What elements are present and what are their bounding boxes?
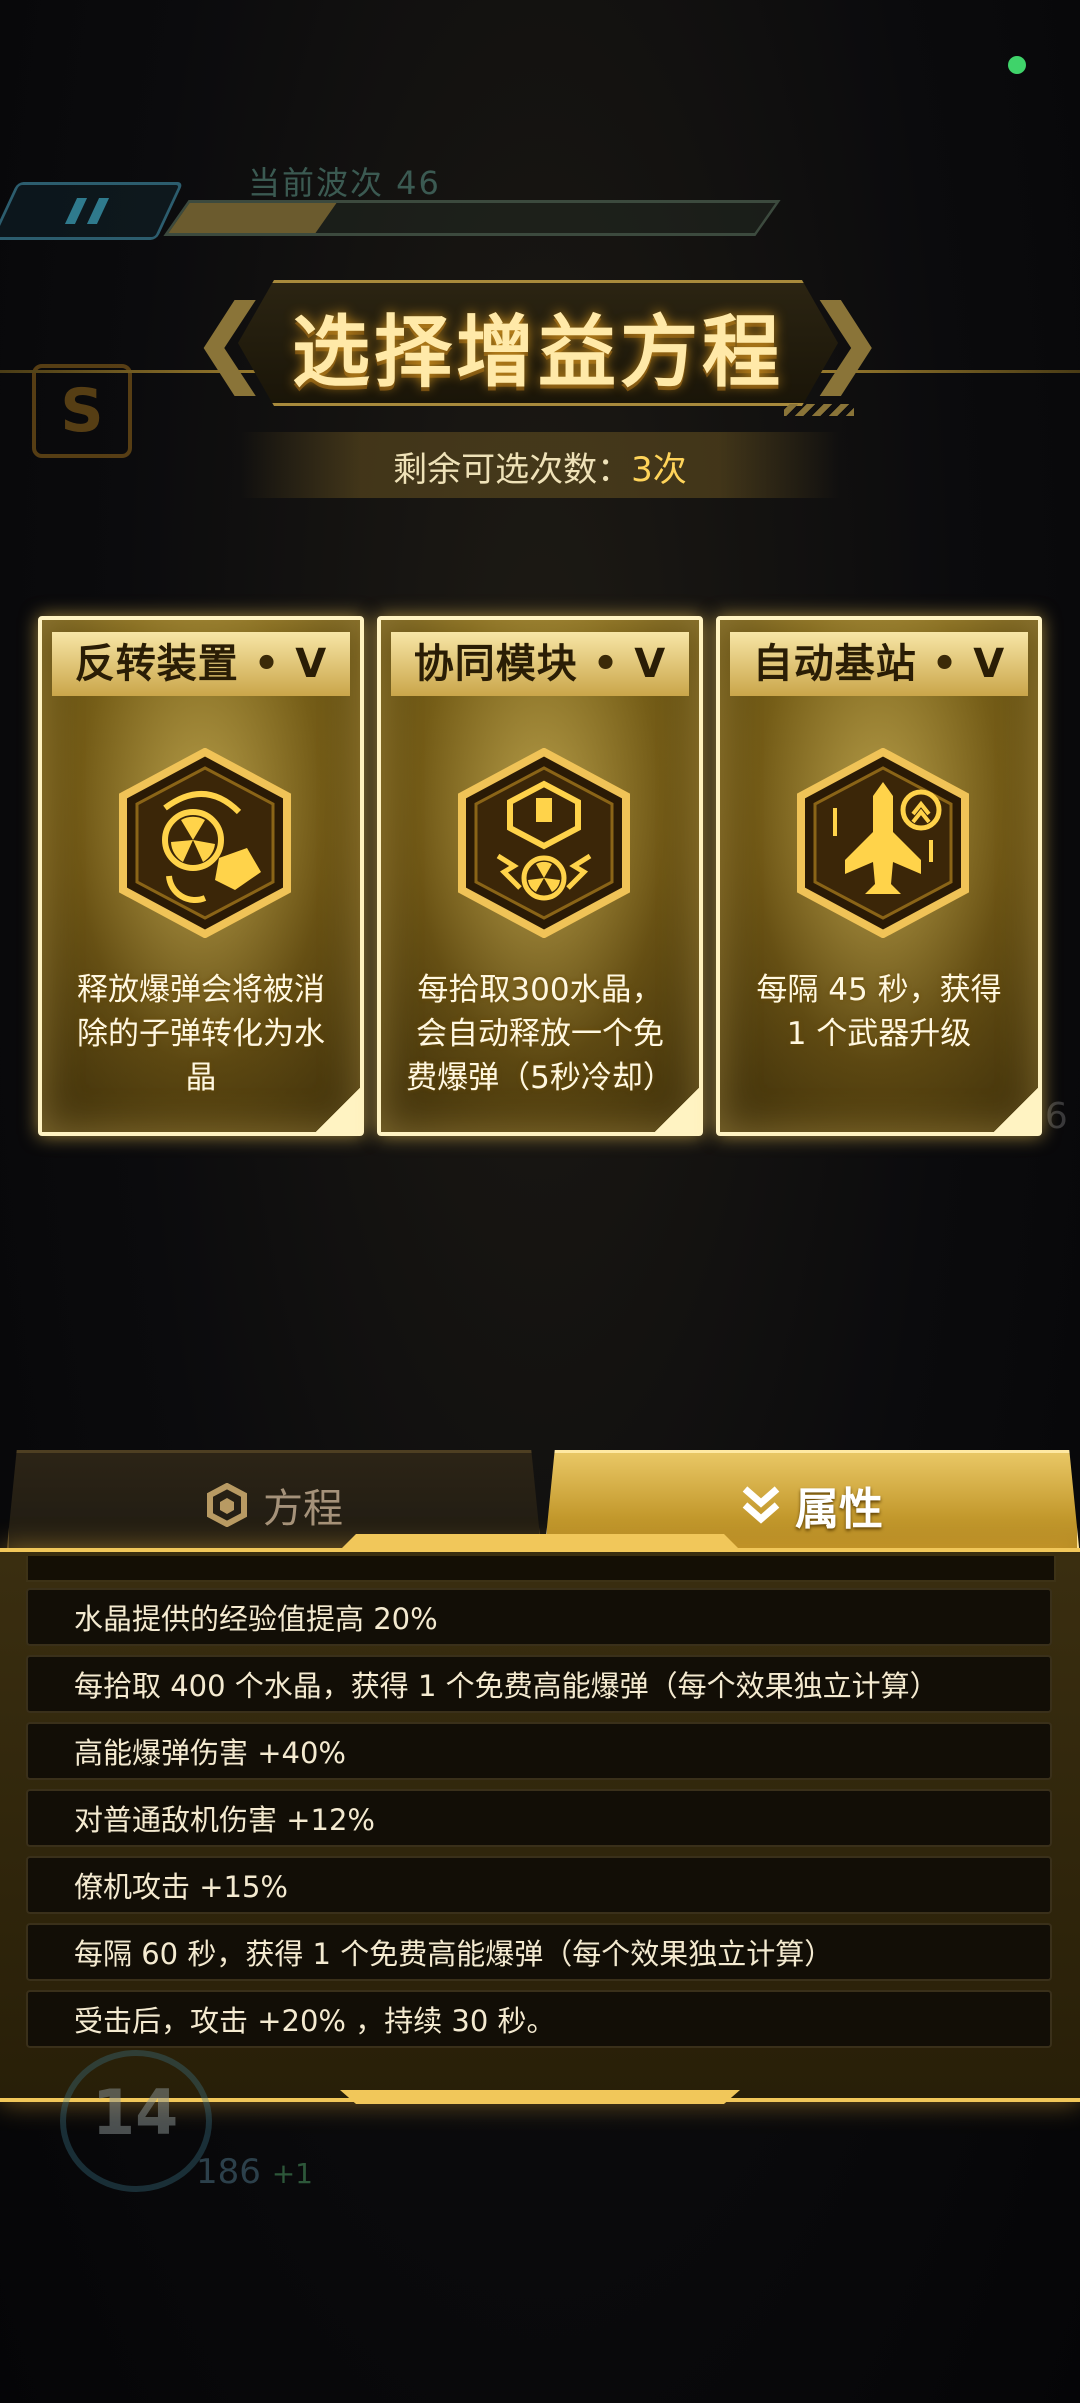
level-number: 14 [92, 2076, 179, 2149]
remaining-picks: 剩余可选次数：3次 [240, 442, 840, 491]
buff-card-3[interactable]: 自动基站 • V 每隔 45 秒，获得 1 个武器升级 [716, 616, 1042, 1136]
card-title: 反转装置 • V [52, 632, 350, 696]
double-chevron-down-icon [742, 1486, 780, 1524]
attribute-row: 每拾取 400 个水晶，获得 1 个免费高能爆弹（每个效果独立计算） [26, 1655, 1052, 1713]
score-readout: 186 +1 [196, 2152, 313, 2192]
s-rank-badge: S [32, 364, 132, 458]
attribute-row: 僚机攻击 +15% [26, 1856, 1052, 1914]
remaining-value: 3次 [631, 450, 687, 490]
panel-notch-top [340, 1534, 740, 1550]
attribute-row: 水晶提供的经验值提高 20% [26, 1588, 1052, 1646]
title-stripes [784, 404, 854, 416]
score-value: 186 [196, 2152, 261, 2192]
hexagon-icon [207, 1483, 247, 1527]
status-indicator [1008, 56, 1026, 74]
attribute-list[interactable]: 水晶提供的经验值提高 20% 每拾取 400 个水晶，获得 1 个免费高能爆弹（… [26, 1588, 1052, 2057]
panel-notch-bottom [340, 2090, 740, 2104]
score-delta: +1 [271, 2157, 313, 2190]
attribute-row-partial [26, 1556, 1056, 1582]
jet-upgrade-icon [797, 748, 969, 938]
wave-progress-fill [168, 203, 337, 233]
tab-attributes-label: 属性 [795, 1484, 883, 1535]
wave-label: 当前波次 46 [248, 164, 441, 202]
buff-card-1[interactable]: 反转装置 • V 释放爆弹会将被消除的子弹转化为水晶 [38, 616, 364, 1136]
card-description: 释放爆弹会将被消除的子弹转化为水晶 [77, 972, 325, 1096]
card-description: 每隔 45 秒，获得 1 个武器升级 [756, 972, 1002, 1052]
tab-equations-label: 方程 [263, 1486, 343, 1532]
attribute-row: 受击后，攻击 +20% ，持续 30 秒。 [26, 1990, 1052, 2048]
card-title: 协同模块 • V [391, 632, 689, 696]
remaining-label: 剩余可选次数： [393, 450, 632, 490]
buff-card-2[interactable]: 协同模块 • V 每拾取300水晶，会自动释放一个免费爆弹（5秒冷却） [377, 616, 703, 1136]
card-corner [653, 1086, 699, 1132]
wave-progress-bar [163, 200, 781, 236]
card-description: 每拾取300水晶，会自动释放一个免费爆弹（5秒冷却） [406, 972, 674, 1096]
card-title: 自动基站 • V [730, 632, 1028, 696]
attribute-row: 高能爆弹伤害 +40% [26, 1722, 1052, 1780]
bomb-crystal-icon [119, 748, 291, 938]
attribute-row: 每隔 60 秒，获得 1 个免费高能爆弹（每个效果独立计算） [26, 1923, 1052, 1981]
card-corner [314, 1086, 360, 1132]
pause-button[interactable] [0, 182, 184, 240]
dialog-title: 选择增益方程 [291, 308, 784, 398]
card-corner [992, 1086, 1038, 1132]
attribute-row: 对普通敌机伤害 +12% [26, 1789, 1052, 1847]
auto-bomb-icon [458, 748, 630, 938]
